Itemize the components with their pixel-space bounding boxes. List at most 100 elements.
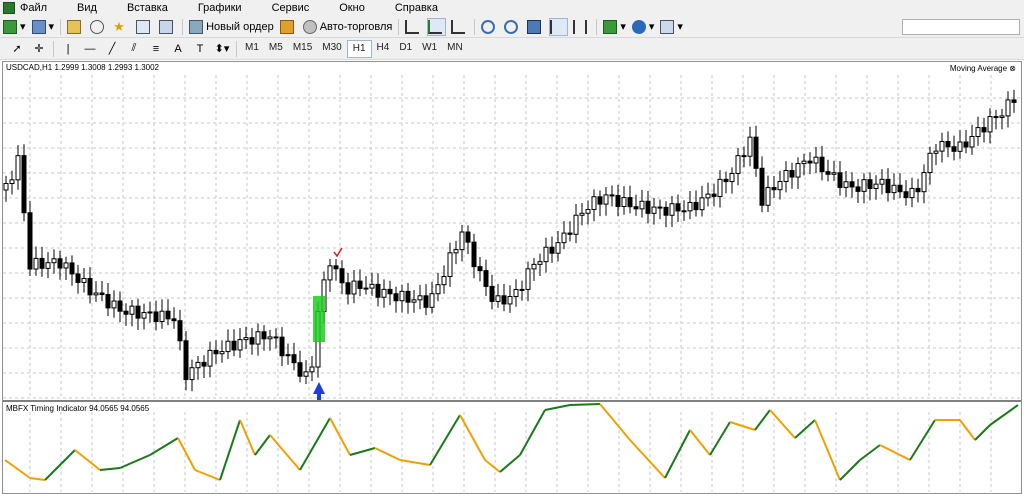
candle-body <box>267 336 273 340</box>
candle-body <box>789 169 795 178</box>
candle-body <box>729 172 735 183</box>
candle-body <box>411 299 417 303</box>
oscillator-segment <box>909 419 936 461</box>
candle-body <box>501 295 507 305</box>
candle-body <box>537 261 543 265</box>
candle-body <box>549 246 555 254</box>
candle-body <box>285 354 291 357</box>
candle-body <box>183 340 189 381</box>
candle-body <box>465 231 471 243</box>
candle-body <box>273 336 279 339</box>
candle-body <box>525 268 531 290</box>
candle-body <box>387 288 393 295</box>
candle-body <box>39 257 45 269</box>
candle-body <box>255 331 261 345</box>
candle-body <box>723 178 729 183</box>
candle-body <box>45 262 51 269</box>
candle-body <box>831 172 837 175</box>
candle-body <box>921 172 927 193</box>
candle-body <box>993 116 999 119</box>
indicator-subwindow-header: MBFX Timing Indicator 94.0565 94.0565 <box>6 404 150 413</box>
candle-body <box>645 200 651 214</box>
candle-body <box>891 184 897 194</box>
candle-body <box>147 311 153 314</box>
candle-body <box>813 156 819 164</box>
candle-body <box>849 181 855 188</box>
oscillator-segment <box>794 419 816 439</box>
candle-body <box>159 310 165 323</box>
candle-body <box>771 187 777 191</box>
candle-body <box>243 337 249 341</box>
candle-body <box>945 140 951 148</box>
candle-body <box>591 196 597 210</box>
candle-body <box>15 155 21 181</box>
candle-body <box>897 184 903 193</box>
oscillator-segment <box>839 459 861 481</box>
candle-body <box>939 140 945 152</box>
candle-body <box>711 193 717 197</box>
candle-body <box>585 208 591 214</box>
candle-body <box>405 290 411 303</box>
candle-body <box>249 337 255 345</box>
oscillator-segment <box>484 459 501 473</box>
candle-body <box>357 280 363 289</box>
oscillator-segment <box>399 459 431 466</box>
candle-body <box>687 201 693 212</box>
candle-body <box>75 273 81 283</box>
oscillator-segment <box>879 444 911 461</box>
candle-body <box>1005 99 1011 117</box>
candle-body <box>657 206 663 209</box>
candle-body <box>675 203 681 212</box>
candle-body <box>303 371 309 377</box>
candle-body <box>651 206 657 214</box>
candle-body <box>717 178 723 197</box>
candle-body <box>261 331 267 340</box>
candle-body <box>21 155 27 214</box>
candle-body <box>639 200 645 210</box>
candle-body <box>615 194 621 207</box>
oscillator-segment <box>519 409 546 456</box>
candle-body <box>417 295 423 301</box>
candle-body <box>87 277 93 296</box>
candle-body <box>99 292 105 296</box>
candle-body <box>609 194 615 197</box>
oscillator-segment <box>499 454 521 473</box>
candle-body <box>213 349 219 355</box>
oscillator-segment <box>374 447 401 461</box>
chart-canvas[interactable] <box>0 0 1024 494</box>
candle-body <box>9 179 15 184</box>
oscillator-segment <box>664 429 691 479</box>
candle-body <box>393 293 399 302</box>
candle-body <box>843 181 849 188</box>
candle-body <box>201 361 207 367</box>
candle-body <box>543 246 549 263</box>
candle-body <box>627 197 633 208</box>
candle-body <box>489 285 495 302</box>
candle-body <box>369 283 375 289</box>
candle-body <box>177 320 183 342</box>
candle-body <box>291 354 297 364</box>
candle-body <box>459 231 465 251</box>
candle-body <box>513 289 519 298</box>
candle-body <box>495 295 501 302</box>
candle-body <box>885 178 891 194</box>
candle-body <box>1011 99 1017 103</box>
candle-body <box>399 290 405 302</box>
candle-body <box>327 265 333 281</box>
candle-body <box>339 268 345 284</box>
chart-symbol-header: USDCAD,H1 1.2999 1.3008 1.2993 1.3002 <box>6 63 159 72</box>
candle-body <box>375 283 381 298</box>
candle-body <box>333 265 339 270</box>
oscillator-segment <box>269 434 301 471</box>
candle-body <box>351 280 357 295</box>
candle-body <box>441 276 447 286</box>
candle-body <box>225 340 231 353</box>
candle-body <box>855 186 861 192</box>
candle-body <box>963 141 969 148</box>
candle-body <box>195 361 201 369</box>
candle-body <box>171 318 177 322</box>
candle-body <box>579 212 585 216</box>
candle-body <box>105 294 111 309</box>
buy-arrow-icon <box>313 382 325 400</box>
candle-body <box>519 288 525 291</box>
